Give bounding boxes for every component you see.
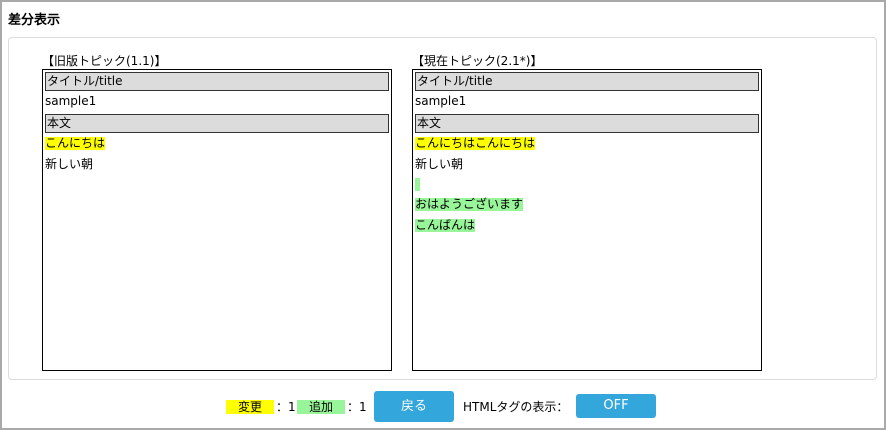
- legend-added-count: ：1: [347, 400, 367, 414]
- diff-line-changed: こんにちはこんにちは: [413, 133, 761, 154]
- legend-changed-swatch: 変更: [226, 400, 274, 414]
- footer-bar: 変更 ：1 追加 ：1 戻る HTMLタグの表示： OFF: [0, 391, 886, 423]
- diff-line: 新しい朝: [45, 157, 94, 171]
- field-header: タイトル/title: [415, 72, 759, 91]
- legend-added-swatch: 追加: [297, 400, 345, 414]
- current-version-pane: タイトル/title sample1 本文 こんにちはこんにちは 新しい朝 おは…: [412, 69, 762, 371]
- old-version-title: 【旧版トピック(1.1)】: [42, 54, 167, 68]
- added-highlight: [415, 178, 420, 191]
- diff-line: 新しい朝: [415, 157, 464, 171]
- changed-highlight: こんにちは: [45, 136, 106, 150]
- diff-line-changed: こんにちは: [43, 133, 391, 154]
- field-header: 本文: [45, 114, 389, 133]
- added-highlight: こんばんは: [415, 218, 476, 232]
- diff-line-added: おはようございます: [413, 194, 761, 215]
- page-title: 差分表示: [8, 13, 61, 28]
- field-value: sample1: [45, 94, 97, 108]
- current-version-title: 【現在トピック(2.1*)】: [412, 54, 543, 68]
- diff-line-added: こんばんは: [413, 215, 761, 236]
- old-version-pane: タイトル/title sample1 本文 こんにちは 新しい朝: [42, 69, 392, 371]
- diff-line-added-empty: [413, 175, 761, 194]
- back-button[interactable]: 戻る: [374, 391, 454, 422]
- added-highlight: おはようございます: [415, 197, 524, 211]
- html-tag-display-label: HTMLタグの表示：: [463, 400, 569, 414]
- field-header: 本文: [415, 114, 759, 133]
- changed-highlight: こんにちはこんにちは: [415, 136, 536, 150]
- field-header: タイトル/title: [45, 72, 389, 91]
- field-value: sample1: [415, 94, 467, 108]
- html-tag-toggle-button[interactable]: OFF: [576, 394, 656, 418]
- legend-changed-count: ：1: [276, 400, 296, 414]
